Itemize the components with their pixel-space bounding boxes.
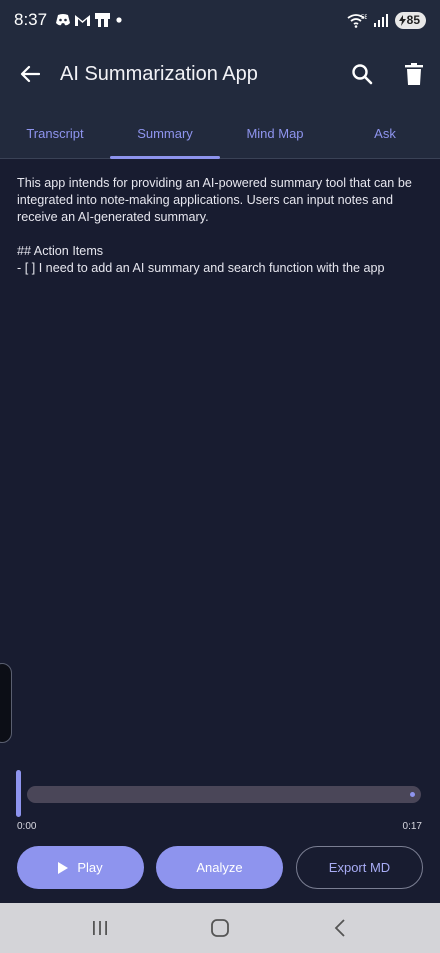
- svg-text:5E: 5E: [361, 15, 367, 21]
- page-title: AI Summarization App: [60, 62, 258, 85]
- arrow-back-icon: [20, 65, 40, 83]
- discord-icon: [56, 14, 71, 26]
- export-md-button[interactable]: Export MD: [296, 846, 423, 889]
- notification-icons: [55, 12, 124, 28]
- tab-bar: Transcript Summary Mind Map Ask: [0, 108, 440, 159]
- status-bar: 8:37 5E 85: [0, 0, 440, 40]
- playhead[interactable]: [16, 770, 21, 817]
- battery-indicator: 85: [394, 11, 426, 29]
- analyze-button[interactable]: Analyze: [156, 846, 283, 889]
- dot-icon: [116, 17, 122, 23]
- chevron-left-icon: [334, 919, 345, 937]
- back-button[interactable]: [0, 40, 60, 108]
- tab-ask[interactable]: Ask: [330, 108, 440, 158]
- charging-icon: [398, 14, 406, 26]
- signal-icon: [373, 14, 388, 27]
- recents-icon: [93, 921, 107, 935]
- tab-transcript[interactable]: Transcript: [0, 108, 110, 158]
- current-time: 0:00: [17, 821, 37, 832]
- tab-summary[interactable]: Summary: [110, 108, 220, 159]
- duration: 0:17: [402, 821, 422, 832]
- summary-content: This app intends for providing an AI-pow…: [17, 175, 427, 277]
- delete-button[interactable]: [388, 40, 440, 108]
- home-icon: [211, 919, 229, 937]
- trash-icon: [405, 63, 423, 85]
- play-button[interactable]: Play: [17, 846, 144, 889]
- tab-mind-map[interactable]: Mind Map: [220, 108, 330, 158]
- play-label: Play: [77, 860, 103, 875]
- edge-panel-handle[interactable]: [0, 663, 12, 743]
- scrubber-end-dot: [410, 791, 415, 797]
- wifi-icon: 5E: [347, 13, 367, 28]
- system-back-button[interactable]: [310, 903, 370, 953]
- device-icon: [95, 13, 111, 27]
- app-bar: AI Summarization App: [0, 40, 440, 108]
- home-button[interactable]: [190, 903, 250, 953]
- battery-level: 85: [406, 13, 420, 27]
- action-items-heading: ## Action Items: [17, 244, 104, 258]
- recent-apps-button[interactable]: [70, 903, 130, 953]
- status-right: 5E 85: [347, 11, 426, 29]
- system-nav-bar: [0, 903, 440, 953]
- audio-scrubber[interactable]: [27, 786, 421, 803]
- search-icon: [352, 64, 373, 85]
- gmail-icon: [75, 15, 91, 26]
- status-time: 8:37: [14, 10, 48, 29]
- search-button[interactable]: [336, 40, 388, 108]
- play-icon: [58, 861, 69, 874]
- summary-paragraph: This app intends for providing an AI-pow…: [17, 176, 412, 224]
- action-item: - [ ] I need to add an AI summary and se…: [17, 261, 385, 275]
